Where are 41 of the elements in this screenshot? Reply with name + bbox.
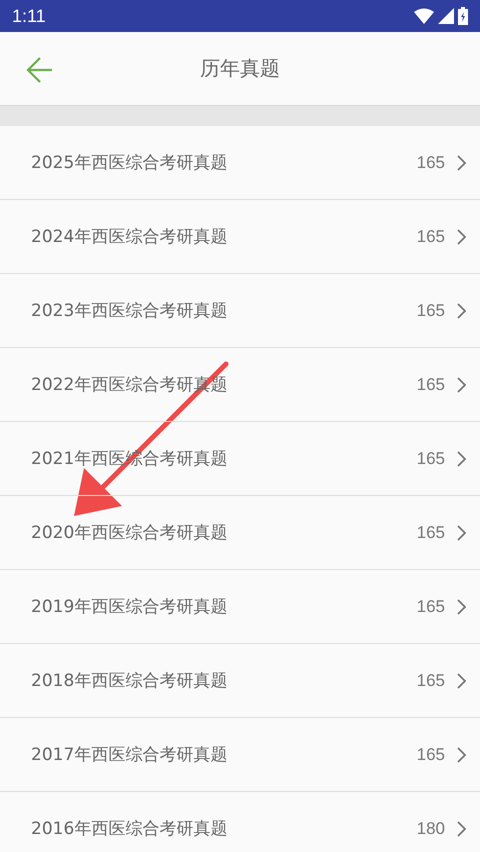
item-title: 2018年西医综合考研真题	[31, 670, 228, 692]
list-item[interactable]: 2019年西医综合考研真题 165	[0, 570, 480, 644]
item-title: 2017年西医综合考研真题	[31, 744, 228, 766]
battery-icon	[458, 7, 468, 25]
chevron-icon	[457, 154, 466, 170]
wifi-icon	[414, 8, 434, 24]
chevron-icon	[457, 598, 466, 614]
question-count: 165	[416, 300, 445, 320]
page-title: 历年真题	[200, 55, 280, 82]
chevron-icon	[457, 302, 466, 318]
question-count: 165	[416, 522, 445, 542]
back-button[interactable]	[26, 56, 54, 84]
list-item[interactable]: 2017年西医综合考研真题 165	[0, 718, 480, 792]
chevron-icon	[457, 450, 466, 466]
chevron-icon	[457, 376, 466, 392]
question-count: 165	[416, 226, 445, 246]
list-item[interactable]: 2023年西医综合考研真题 165	[0, 274, 480, 348]
list-item[interactable]: 2018年西医综合考研真题 165	[0, 644, 480, 718]
question-count: 180	[416, 818, 445, 838]
status-time: 1:11	[12, 6, 46, 26]
question-count: 165	[416, 670, 445, 690]
list-item[interactable]: 2025年西医综合考研真题 165	[0, 126, 480, 200]
question-count: 165	[416, 152, 445, 172]
question-count: 165	[416, 596, 445, 616]
item-title: 2025年西医综合考研真题	[31, 152, 228, 174]
chevron-icon	[457, 746, 466, 762]
chevron-icon	[457, 524, 466, 540]
question-count: 165	[416, 448, 445, 468]
chevron-icon	[457, 672, 466, 688]
item-title: 2019年西医综合考研真题	[31, 596, 228, 618]
item-title: 2016年西医综合考研真题	[31, 818, 228, 840]
question-count: 165	[416, 744, 445, 764]
chevron-icon	[457, 228, 466, 244]
question-count: 165	[416, 374, 445, 394]
item-title: 2024年西医综合考研真题	[31, 226, 228, 248]
list-item[interactable]: 2024年西医综合考研真题 165	[0, 200, 480, 274]
list-item[interactable]: 2016年西医综合考研真题 180	[0, 792, 480, 852]
chevron-icon	[457, 820, 466, 836]
item-title: 2020年西医综合考研真题	[31, 522, 228, 544]
item-title: 2023年西医综合考研真题	[31, 300, 228, 322]
signal-icon	[438, 8, 454, 24]
